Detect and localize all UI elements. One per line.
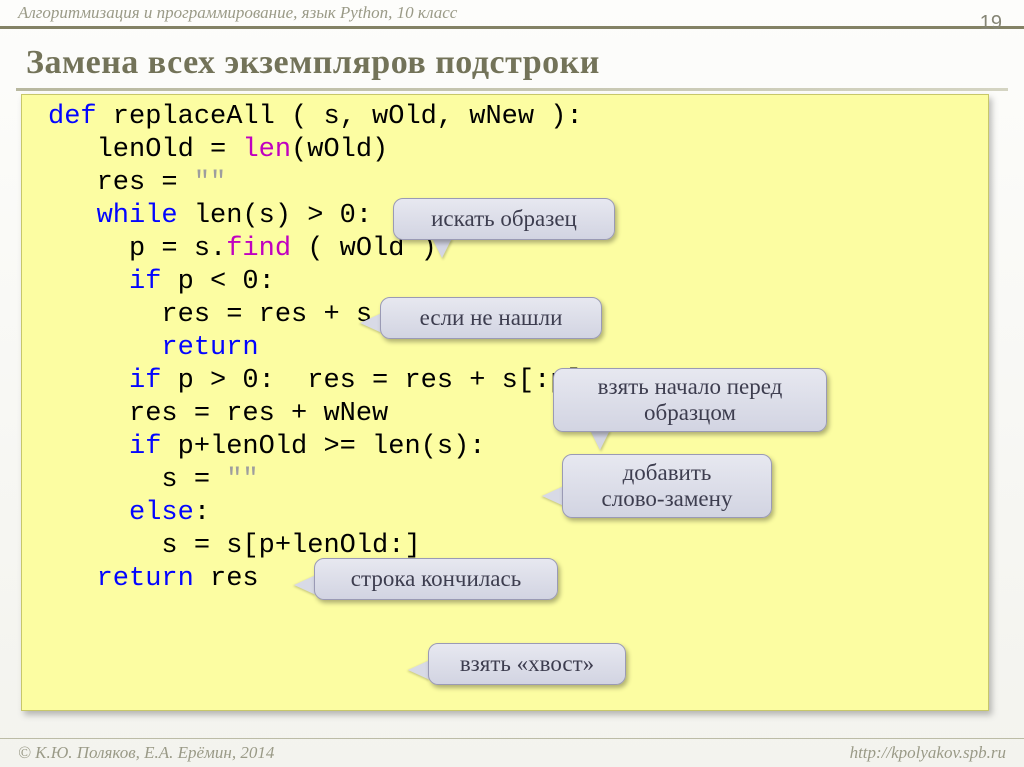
- callout-tail: [590, 430, 610, 450]
- callout-text: взять «хвост»: [460, 651, 594, 677]
- callout-take-prefix: взять начало перед образцом: [553, 368, 827, 432]
- code-text: lenOld =: [48, 135, 242, 165]
- callout-tail: [294, 575, 316, 595]
- code-text: [48, 432, 129, 462]
- kw-def: def: [48, 102, 97, 132]
- callout-text: искать образец: [431, 206, 577, 232]
- callout-search-sample: искать образец: [393, 198, 615, 240]
- callout-text: добавить слово-замену: [602, 460, 733, 512]
- callout-string-ended: строка кончилась: [314, 558, 558, 600]
- footer-url: http://kpolyakov.spb.ru: [850, 743, 1006, 763]
- kw-else: else: [129, 498, 194, 528]
- code-text: p > 0: res = res + s[:p]: [161, 366, 582, 396]
- code-text: p < 0:: [161, 267, 274, 297]
- code-text: res = res + wNew: [48, 399, 388, 429]
- str-empty: "": [226, 465, 258, 495]
- str-empty: "": [194, 168, 226, 198]
- callout-tail: [542, 486, 564, 506]
- footer: © К.Ю. Поляков, Е.А. Ерёмин, 2014 http:/…: [0, 738, 1024, 767]
- code-text: res = res + s: [48, 300, 372, 330]
- kw-return: return: [97, 564, 194, 594]
- slide: Алгоритмизация и программирование, язык …: [0, 0, 1024, 767]
- kw-while: while: [97, 201, 178, 231]
- code-text: p+lenOld >= len(s):: [161, 432, 485, 462]
- code-text: (wOld): [291, 135, 388, 165]
- fn-find: find: [226, 234, 291, 264]
- callout-tail: [408, 660, 430, 680]
- code-text: :: [194, 498, 210, 528]
- callout-take-tail: взять «хвост»: [428, 643, 626, 685]
- callout-tail: [360, 313, 382, 333]
- code-text: p = s.: [48, 234, 226, 264]
- callout-text: взять начало перед образцом: [598, 374, 783, 426]
- callout-tail: [432, 238, 452, 258]
- breadcrumb-bar: Алгоритмизация и программирование, язык …: [0, 0, 1024, 29]
- footer-copyright: © К.Ю. Поляков, Е.А. Ерёмин, 2014: [18, 743, 274, 763]
- code-text: [48, 201, 97, 231]
- code-text: s = s[p+lenOld:]: [48, 531, 421, 561]
- code-text: len(s) > 0:: [178, 201, 372, 231]
- code-text: [48, 564, 97, 594]
- callout-text: если не нашли: [420, 305, 563, 331]
- title-underline: [16, 88, 1008, 91]
- slide-number: 19: [980, 12, 1002, 35]
- kw-if: if: [129, 432, 161, 462]
- callout-not-found: если не нашли: [380, 297, 602, 339]
- code-text: [48, 333, 161, 363]
- code-text: [48, 498, 129, 528]
- breadcrumb: Алгоритмизация и программирование, язык …: [18, 3, 457, 23]
- code-text: s =: [48, 465, 226, 495]
- kw-if: if: [129, 267, 161, 297]
- code-text: [48, 267, 129, 297]
- kw-return: return: [161, 333, 258, 363]
- code-text: res: [194, 564, 259, 594]
- code-text: replaceAll ( s, wOld, wNew ):: [97, 102, 583, 132]
- kw-if: if: [129, 366, 161, 396]
- code-block: def replaceAll ( s, wOld, wNew ): lenOld…: [21, 94, 989, 711]
- page-title: Замена всех экземпляров подстроки: [26, 44, 600, 82]
- callout-text: строка кончилась: [351, 566, 521, 592]
- code-content: def replaceAll ( s, wOld, wNew ): lenOld…: [48, 101, 970, 596]
- code-text: res =: [48, 168, 194, 198]
- callout-add-replacement: добавить слово-замену: [562, 454, 772, 518]
- code-text: [48, 366, 129, 396]
- fn-len: len: [242, 135, 291, 165]
